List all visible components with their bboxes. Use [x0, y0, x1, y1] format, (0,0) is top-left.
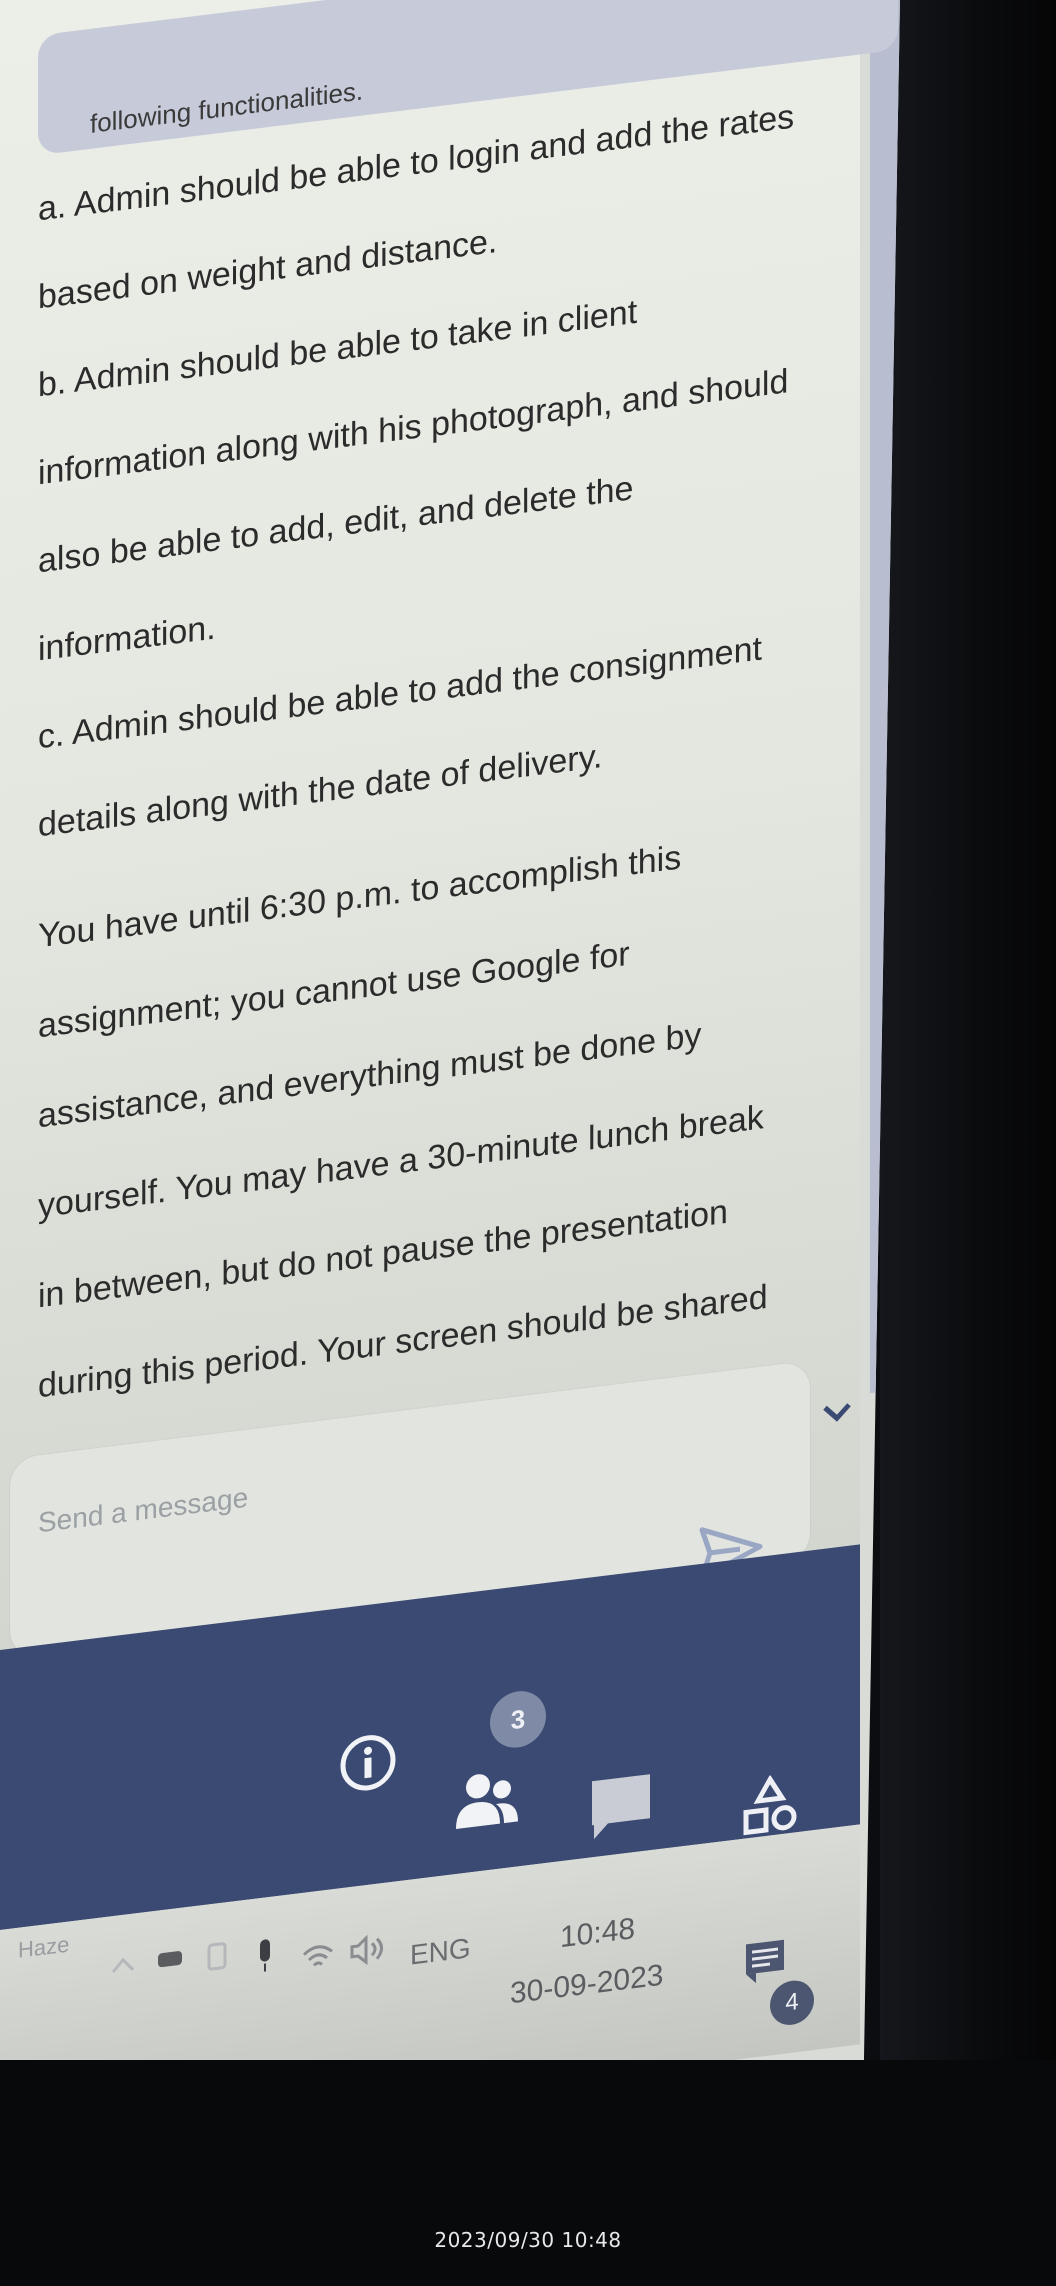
wifi-icon[interactable] — [300, 1939, 336, 1973]
participants-count-badge: 3 — [490, 1687, 546, 1751]
photo-timestamp: 2023/09/30 10:48 — [434, 2228, 622, 2252]
chat-panel: following functionalities. a. Admin shou… — [0, 0, 900, 2150]
device-icon[interactable] — [205, 1940, 229, 1973]
monitor-bezel — [880, 0, 1056, 2286]
monitor-bezel-bottom — [0, 2060, 1056, 2286]
message-input-placeholder: Send a message — [38, 1481, 249, 1539]
notification-count-badge: 4 — [770, 1978, 814, 2028]
info-icon[interactable] — [340, 1731, 396, 1794]
chevron-up-icon[interactable] — [110, 1953, 136, 1976]
weather-label: Haze — [18, 1931, 70, 1963]
clock-time[interactable]: 10:48 — [560, 1912, 635, 1955]
clock-date[interactable]: 30-09-2023 — [510, 1959, 663, 2012]
activities-icon[interactable] — [740, 1772, 800, 1839]
chevron-down-icon[interactable] — [820, 1395, 854, 1429]
chat-icon[interactable] — [588, 1770, 654, 1844]
microphone-icon[interactable] — [255, 1936, 275, 1974]
notification-icon[interactable] — [740, 1933, 790, 1989]
language-indicator[interactable]: ENG — [410, 1932, 471, 1971]
onedrive-icon[interactable] — [155, 1945, 185, 1973]
speaker-icon[interactable] — [348, 1932, 388, 1967]
people-icon[interactable] — [452, 1761, 522, 1840]
